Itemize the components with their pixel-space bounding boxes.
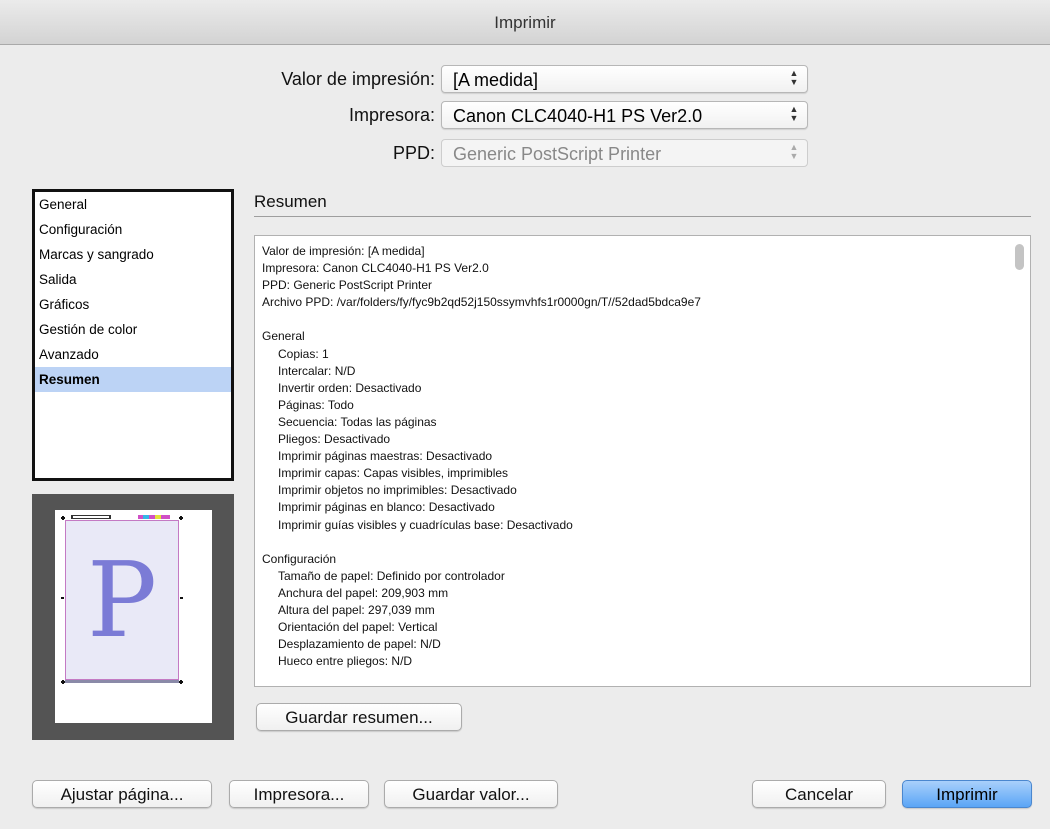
summary-line: PPD: Generic PostScript Printer <box>262 278 433 293</box>
preset-label: Valor de impresión: <box>281 69 435 89</box>
printer-value: Canon CLC4040-H1 PS Ver2.0 <box>453 106 703 126</box>
summary-line: Imprimir capas: Capas visibles, imprimib… <box>278 466 509 481</box>
category-item-gestion-color[interactable]: Gestión de color <box>35 317 231 342</box>
summary-line: Imprimir páginas en blanco: Desactivado <box>278 500 495 515</box>
scrollbar-thumb[interactable] <box>1015 244 1024 270</box>
category-list[interactable]: General Configuración Marcas y sangrado … <box>32 189 234 481</box>
summary-line: Intercalar: N/D <box>278 363 356 378</box>
printer-label: Impresora: <box>348 105 435 125</box>
summary-line: Imprimir guías visibles y cuadrículas ba… <box>278 517 573 532</box>
summary-line: Páginas: Todo <box>278 397 354 412</box>
page-setup-button[interactable]: Ajustar página... <box>32 780 212 808</box>
category-item-marcas-sangrado[interactable]: Marcas y sangrado <box>35 242 231 267</box>
preset-select[interactable]: [A medida] ▲ ▼ <box>441 65 808 93</box>
summary-text-area[interactable]: Valor de impresión: [A medida] Impresora:… <box>254 235 1031 687</box>
section-divider <box>254 216 1031 217</box>
summary-line: Archivo PPD: /var/folders/fy/fyc9b2qd52j… <box>262 295 701 310</box>
printer-select[interactable]: Canon CLC4040-H1 PS Ver2.0 ▲ ▼ <box>441 101 808 129</box>
preview-paper: P <box>55 510 212 723</box>
summary-line: Valor de impresión: [A medida] <box>262 244 425 258</box>
summary-line: Orientación del papel: Vertical <box>278 620 438 635</box>
category-item-avanzado[interactable]: Avanzado <box>35 342 231 367</box>
summary-line: Invertir orden: Desactivado <box>278 380 422 395</box>
category-item-resumen[interactable]: Resumen <box>35 367 231 392</box>
summary-line: Copias: 1 <box>278 346 329 361</box>
summary-lines: Valor de impresión: [A medida] Impresora:… <box>262 243 1006 670</box>
printer-button[interactable]: Impresora... <box>229 780 369 808</box>
cancel-button[interactable]: Cancelar <box>752 780 886 808</box>
category-item-general[interactable]: General <box>35 192 231 217</box>
up-down-chevron-icon: ▲ ▼ <box>789 68 799 87</box>
print-button[interactable]: Imprimir <box>902 780 1032 808</box>
summary-line: Altura del papel: 297,039 mm <box>278 602 435 617</box>
summary-line: Impresora: Canon CLC4040-H1 PS Ver2.0 <box>262 261 489 276</box>
save-preset-button[interactable]: Guardar valor... <box>384 780 558 808</box>
preview-page: P <box>65 520 179 680</box>
summary-blank-line <box>262 534 1006 551</box>
summary-line: Desplazamiento de papel: N/D <box>278 637 441 652</box>
ppd-label: PPD: <box>392 143 435 163</box>
category-item-graficos[interactable]: Gráficos <box>35 292 231 317</box>
section-title: Resumen <box>254 192 327 211</box>
save-summary-button[interactable]: Guardar resumen... <box>256 703 462 731</box>
summary-line: Imprimir objetos no imprimibles: Desacti… <box>278 483 517 498</box>
preset-value: [A medida] <box>453 70 539 90</box>
ppd-select: Generic PostScript Printer ▲ ▼ <box>441 139 808 167</box>
summary-line: Configuración <box>262 551 337 566</box>
preview-letter: P <box>87 539 157 661</box>
up-down-chevron-icon: ▲ ▼ <box>789 104 799 123</box>
summary-line: Imprimir páginas maestras: Desactivado <box>278 449 493 464</box>
summary-line: Anchura del papel: 209,903 mm <box>278 585 449 600</box>
window-title: Imprimir <box>0 0 1050 45</box>
summary-line: Tamaño de papel: Definido por controlado… <box>278 568 505 583</box>
summary-line: General <box>262 329 305 344</box>
ppd-value: Generic PostScript Printer <box>453 144 662 164</box>
summary-blank-line <box>262 311 1006 328</box>
summary-line: Pliegos: Desactivado <box>278 432 391 447</box>
summary-line: Hueco entre pliegos: N/D <box>278 654 413 669</box>
up-down-chevron-icon: ▲ ▼ <box>789 142 799 161</box>
summary-line: Secuencia: Todas las páginas <box>278 414 437 429</box>
category-item-salida[interactable]: Salida <box>35 267 231 292</box>
page-preview: P <box>32 494 234 740</box>
category-item-configuracion[interactable]: Configuración <box>35 217 231 242</box>
